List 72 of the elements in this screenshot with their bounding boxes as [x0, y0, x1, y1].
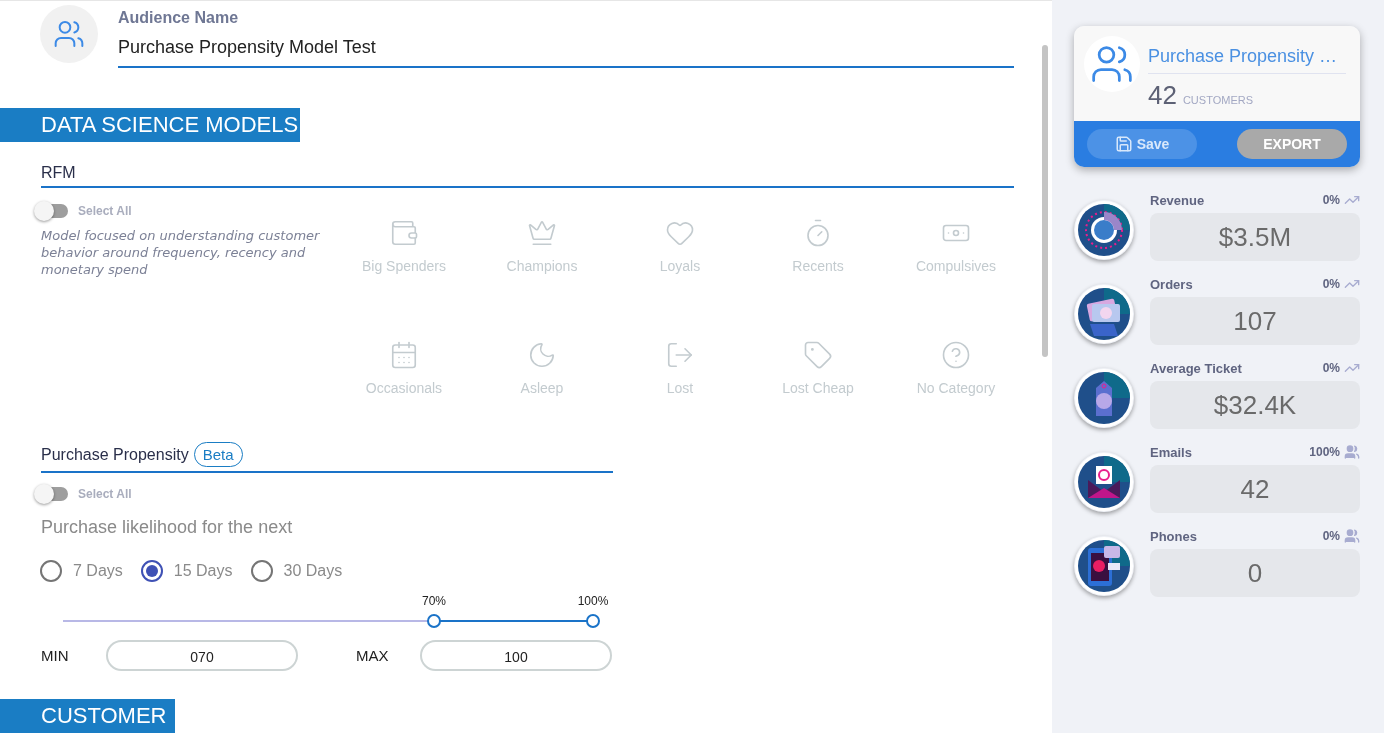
envelope-icon [1074, 452, 1134, 512]
metric-value: 0 [1150, 549, 1360, 597]
select-all-label: Select All [78, 204, 132, 218]
metric-percent: 0% [1322, 361, 1340, 375]
max-field[interactable]: 100 [420, 640, 612, 671]
people-icon [1344, 444, 1360, 460]
segment-option[interactable]: No Category [887, 340, 1025, 396]
period-radio[interactable]: 30 Days [250, 560, 343, 582]
min-label: MIN [41, 647, 70, 664]
model-title: Purchase Propensity [41, 445, 189, 464]
model-description: Model focused on understanding customer behavior around frequency, recency and monetary spend [41, 227, 321, 279]
metric-label: Revenue [1150, 192, 1205, 208]
metric-label: Emails [1150, 444, 1192, 460]
metric-percent: 0% [1322, 193, 1340, 207]
metric-label: Average Ticket [1150, 360, 1242, 376]
price-tag-icon [803, 340, 833, 370]
metric-percent: 0% [1322, 529, 1340, 543]
select-all-label: Select All [78, 487, 132, 501]
audience-name-field[interactable]: Purchase Propensity Model Test [118, 27, 1014, 68]
slider-thumb[interactable] [427, 614, 441, 628]
question-icon [941, 340, 971, 370]
phone-chat-icon [1074, 536, 1134, 596]
section-title: CUSTOMER [0, 699, 175, 733]
exit-icon [665, 340, 695, 370]
thumb-value: 100% [577, 594, 609, 608]
section-title: DATA SCIENCE MODELS [0, 108, 300, 142]
customer-count: 42 [1148, 80, 1177, 111]
field-label: Audience Name [118, 9, 240, 27]
prompt-text: Purchase likelihood for the next [41, 517, 294, 538]
segment-option[interactable]: Lost Cheap [749, 340, 887, 396]
customers-label: CUSTOMERS [1182, 94, 1253, 106]
metric-value: $32.4K [1150, 381, 1360, 429]
select-all-switch[interactable] [36, 487, 68, 501]
period-radio[interactable]: 7 Days [40, 560, 123, 582]
min-field[interactable]: 070 [106, 640, 298, 671]
metric-percent: 100% [1309, 445, 1340, 459]
segment-option[interactable]: Recents [749, 218, 887, 274]
crown-icon [527, 218, 557, 248]
people-icon [53, 18, 85, 50]
period-radio[interactable]: 15 Days [140, 560, 233, 582]
cash-hand-icon [1074, 284, 1134, 344]
metric-value: 42 [1150, 465, 1360, 513]
segment-option[interactable]: Big Spenders [335, 218, 473, 274]
segment-option[interactable]: Lost [611, 340, 749, 396]
model-title: RFM [41, 164, 76, 182]
metric-label: Phones [1150, 528, 1197, 544]
max-label: MAX [356, 647, 390, 664]
metric-percent: 0% [1322, 277, 1340, 291]
scrollbar[interactable] [1042, 45, 1048, 357]
radio-button[interactable] [250, 560, 273, 582]
radio-button[interactable] [40, 560, 62, 582]
moon-icon [527, 340, 557, 370]
save-button[interactable]: Save [1087, 129, 1197, 159]
segment-option[interactable]: Asleep [473, 340, 611, 396]
thumb-value: 70% [422, 594, 446, 608]
segment-option[interactable]: Champions [473, 218, 611, 274]
segment-option[interactable]: Occasionals [335, 340, 473, 396]
people-icon [1344, 528, 1360, 544]
select-all-switch[interactable] [36, 204, 68, 218]
radio-button[interactable] [140, 560, 163, 582]
audience-name: Purchase Propensity … [1148, 36, 1346, 74]
metric-label: Orders [1150, 276, 1193, 292]
price-tag-icon [1074, 368, 1134, 428]
slider-thumb[interactable] [586, 614, 600, 628]
wallet-icon [389, 218, 419, 248]
segment-option[interactable]: Loyals [611, 218, 749, 274]
segment-option[interactable]: Compulsives [887, 218, 1025, 274]
metric-value: 107 [1150, 297, 1360, 345]
metric-value: $3.5M [1150, 213, 1360, 261]
export-button[interactable]: EXPORT [1237, 129, 1347, 159]
coin-chart-icon [1074, 200, 1134, 260]
calendar-icon [389, 340, 419, 370]
